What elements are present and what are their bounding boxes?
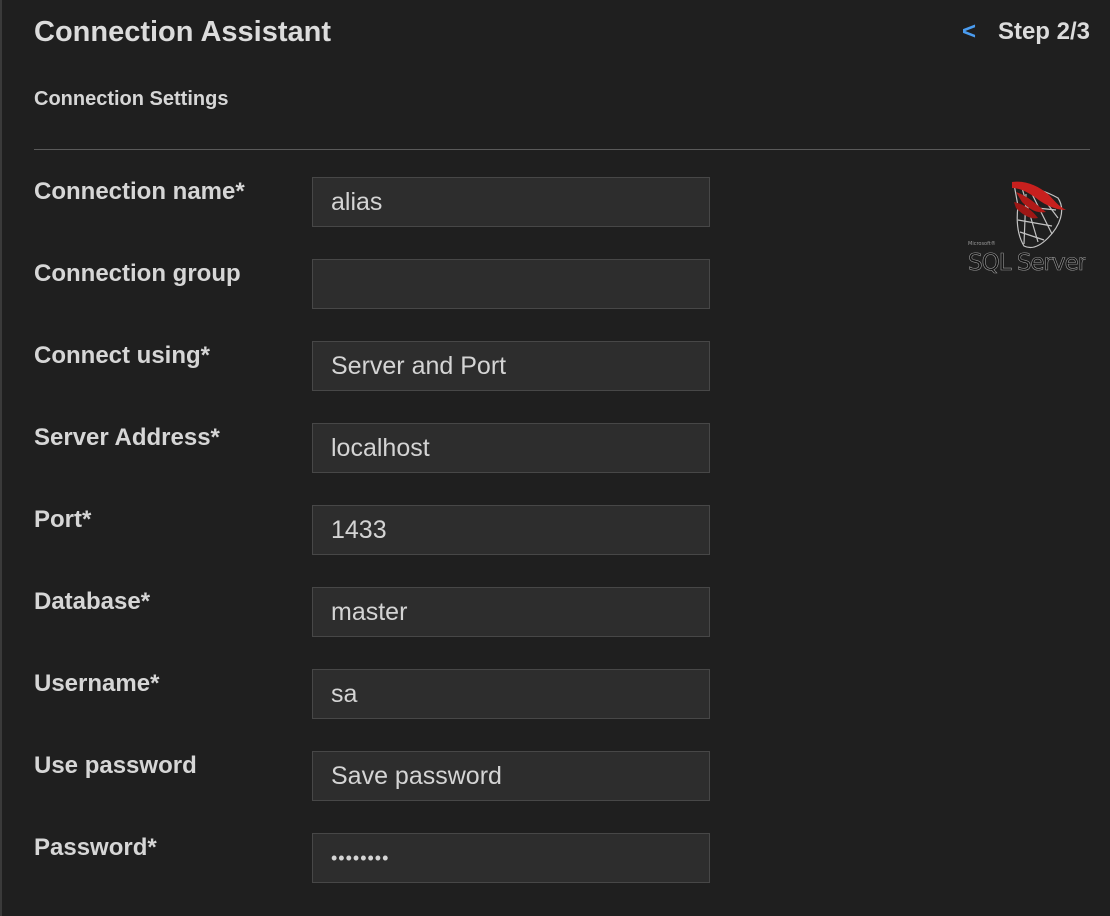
connection-group-input[interactable]: [312, 259, 710, 309]
form-row-use-password: Use password Save password: [0, 751, 760, 803]
database-label: Database*: [34, 588, 151, 615]
section-divider: [34, 149, 1090, 150]
connection-name-input[interactable]: alias: [312, 177, 710, 227]
page-title: Connection Assistant: [34, 16, 332, 48]
form-row-server-address: Server Address* localhost: [0, 423, 760, 475]
server-address-input[interactable]: localhost: [312, 423, 710, 473]
port-input[interactable]: 1433: [312, 505, 710, 555]
step-indicator: Step 2/3: [997, 18, 1090, 45]
form-row-connect-using: Connect using* Server and Port: [0, 341, 760, 393]
form-row-password: Password* ••••••••: [0, 833, 760, 885]
form-row-port: Port* 1433: [0, 505, 760, 557]
port-label: Port*: [34, 506, 92, 533]
connect-using-select[interactable]: Server and Port: [312, 341, 710, 391]
back-button[interactable]: <: [962, 17, 976, 47]
form-row-connection-name: Connection name* alias: [0, 177, 760, 229]
section-title: Connection Settings: [34, 88, 229, 110]
logo-brand-small: Microsoft®: [968, 240, 996, 247]
connect-using-label: Connect using*: [34, 342, 211, 369]
step-navigation: < Step 2/3: [962, 17, 1090, 47]
database-input[interactable]: master: [312, 587, 710, 637]
password-label: Password*: [34, 834, 157, 861]
connection-group-label: Connection group: [34, 260, 241, 287]
server-address-label: Server Address*: [34, 424, 220, 451]
connection-name-label: Connection name*: [34, 178, 245, 205]
sql-server-logo: Microsoft® SQL Server: [966, 176, 1089, 276]
form-row-connection-group: Connection group: [0, 259, 760, 311]
username-input[interactable]: sa: [312, 669, 710, 719]
use-password-select[interactable]: Save password: [312, 751, 710, 801]
username-label: Username*: [34, 670, 160, 697]
use-password-label: Use password: [34, 752, 197, 779]
form-row-username: Username* sa: [0, 669, 760, 721]
form-row-database: Database* master: [0, 587, 760, 639]
password-input[interactable]: ••••••••: [312, 833, 710, 883]
sql-server-logo-icon: Microsoft® SQL Server: [968, 181, 1089, 276]
logo-brand-text: SQL Server: [968, 250, 1086, 276]
